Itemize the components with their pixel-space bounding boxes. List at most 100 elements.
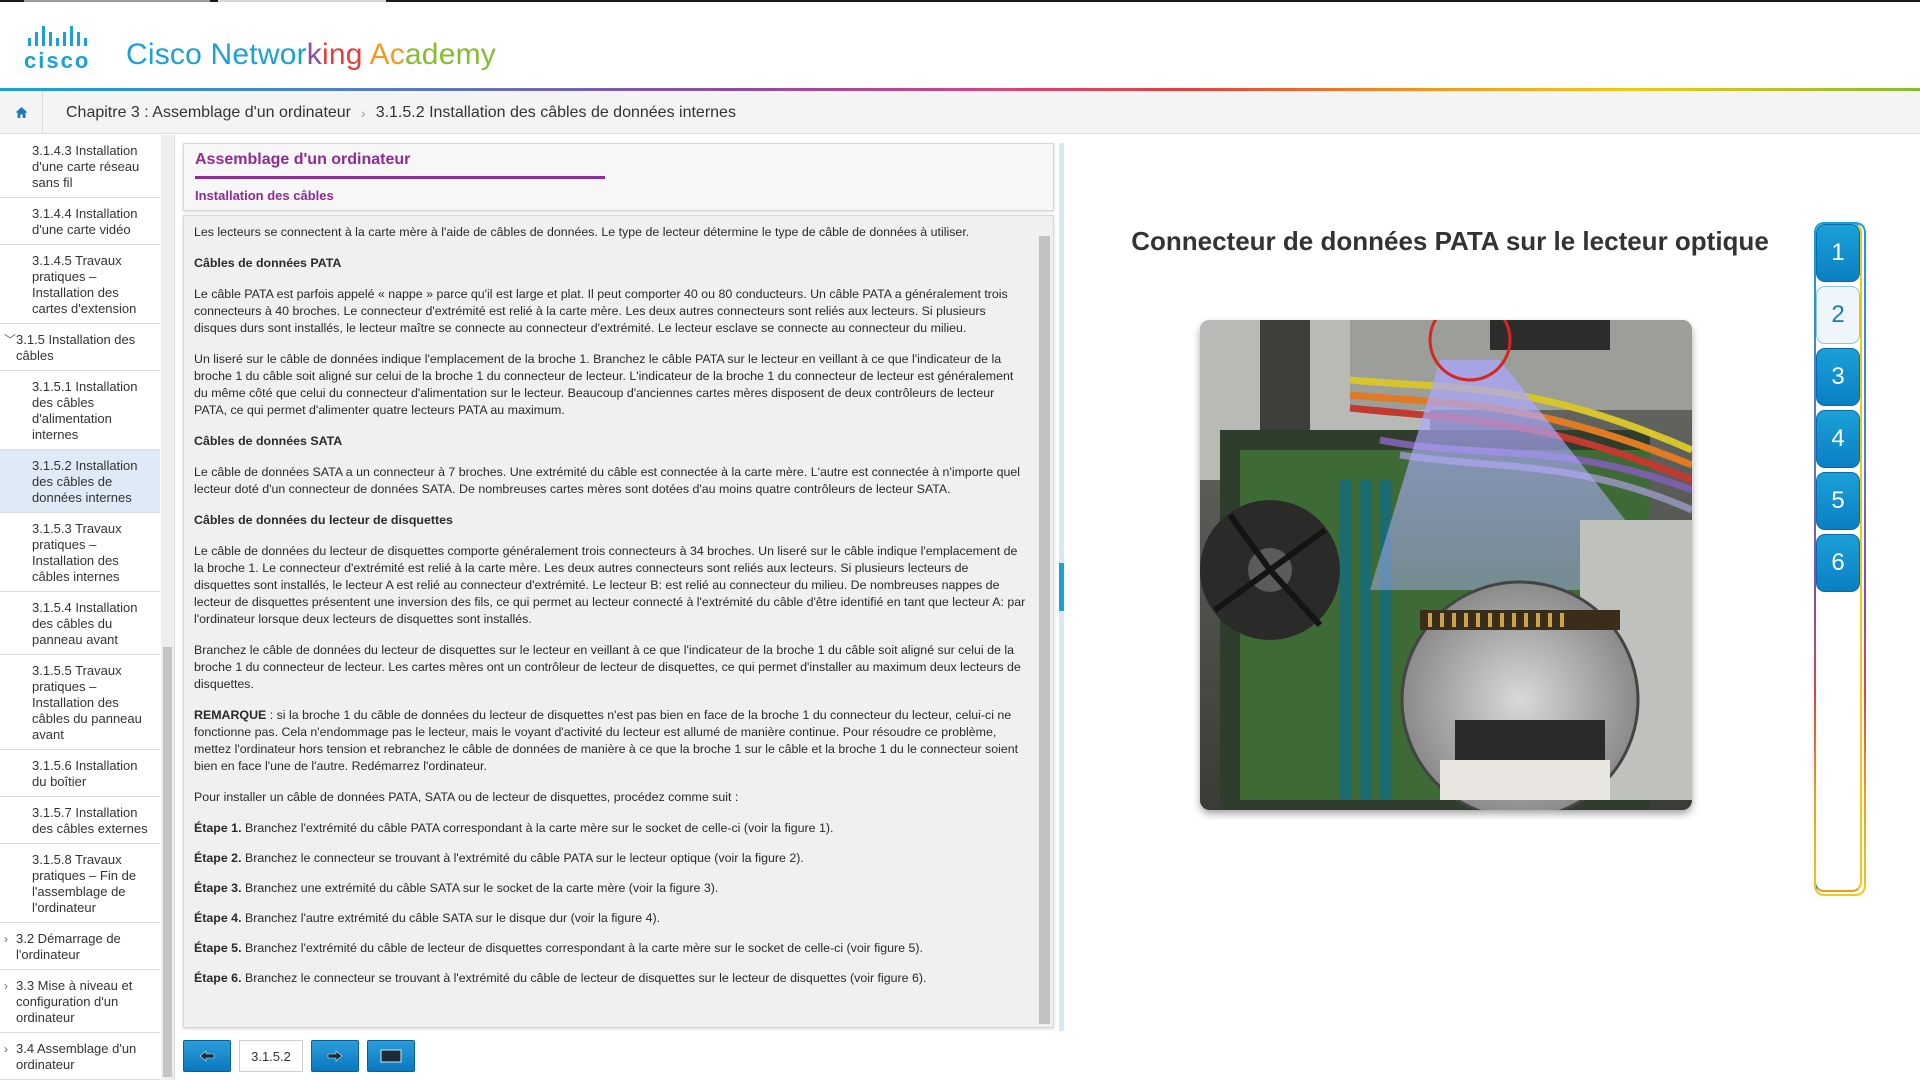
figure-tab-1[interactable]: 1 — [1816, 224, 1860, 282]
sidebar-scroll-thumb[interactable] — [163, 647, 172, 1077]
sidebar-item[interactable]: › 3.2 Démarrage de l'ordinateur — [0, 923, 160, 970]
section-subtitle: Installation des câbles — [195, 188, 334, 203]
step-item: Étape 3. Branchez une extrémité du câble… — [194, 880, 1026, 897]
breadcrumb: Chapitre 3 : Assemblage d'un ordinateur … — [0, 91, 1920, 134]
chevron-right-icon[interactable]: › — [4, 978, 8, 994]
step-label: Étape 6. — [194, 971, 242, 985]
step-label: Étape 4. — [194, 911, 242, 925]
steps-list: Étape 1. Branchez l'extrémité du câble P… — [194, 820, 1026, 987]
chevron-right-icon[interactable]: › — [4, 931, 8, 947]
panel-icon — [380, 1049, 402, 1063]
breadcrumb-page: 3.1.5.2 Installation des câbles de donné… — [375, 103, 736, 121]
figure-tab-6[interactable]: 6 — [1816, 534, 1860, 592]
sidebar-item-label: 3.1.5.4 Installation des câbles du panne… — [32, 600, 138, 647]
sidebar-item-label: 3.1.4.3 Installation d'une carte réseau … — [32, 143, 140, 190]
figure-tab-2[interactable]: 2 — [1816, 286, 1860, 344]
sidebar-item-label: 3.1.5.7 Installation des câbles externes — [32, 805, 148, 836]
step-text: Branchez le connecteur se trouvant à l'e… — [241, 971, 927, 985]
content-scroll-thumb[interactable] — [1039, 236, 1050, 1024]
sidebar-item-label: 3.3 Mise à niveau et configuration d'un … — [16, 978, 133, 1025]
sidebar-item[interactable]: 3.1.4.4 Installation d'une carte vidéo — [0, 198, 160, 245]
step-text: Branchez l'extrémité du câble PATA corre… — [241, 821, 834, 835]
sidebar-item-label: 3.1.5.5 Travaux pratiques – Installation… — [32, 663, 142, 742]
step-item: Étape 1. Branchez l'extrémité du câble P… — [194, 820, 1026, 837]
sidebar-item-label: 3.1.5.3 Travaux pratiques – Installation… — [32, 521, 122, 584]
menu-button[interactable] — [367, 1040, 415, 1072]
cisco-wordmark: cisco — [24, 48, 91, 73]
cisco-logo[interactable]: cisco — [24, 24, 106, 73]
content-header: Assemblage d'un ordinateur Installation … — [183, 143, 1054, 211]
sidebar-item-label: 3.1.5.1 Installation des câbles d'alimen… — [32, 379, 138, 442]
sidebar-item[interactable]: 3.1.5.6 Installation du boîtier — [0, 750, 160, 797]
sidebar-item[interactable]: 3.1.5.7 Installation des câbles externes — [0, 797, 160, 844]
sidebar-item[interactable]: › 3.3 Mise à niveau et configuration d'un… — [0, 970, 160, 1033]
step-label: Étape 3. — [194, 881, 242, 895]
sidebar-item-label: 3.1.5.8 Travaux pratiques – Fin de l'ass… — [32, 852, 137, 915]
sidebar-item[interactable]: 3.1.5.3 Travaux pratiques – Installation… — [0, 513, 160, 592]
sidebar-item[interactable]: 3.1.5.1 Installation des câbles d'alimen… — [0, 371, 160, 450]
arrow-right-icon — [327, 1050, 343, 1062]
sidebar-item[interactable]: 3.1.5.4 Installation des câbles du panne… — [0, 592, 160, 655]
content-body: Les lecteurs se connectent à la carte mè… — [183, 215, 1054, 1028]
step-item: Étape 2. Branchez le connecteur se trouv… — [194, 850, 1026, 867]
sidebar-item[interactable]: › 3.4 Assemblage d'un ordinateur — [0, 1033, 160, 1080]
sidebar-item[interactable]: 3.1.5.8 Travaux pratiques – Fin de l'ass… — [0, 844, 160, 923]
content-scrollbar[interactable] — [1039, 236, 1050, 1024]
cisco-bars-icon — [24, 24, 106, 46]
sidebar-item-label: 3.1.4.4 Installation d'une carte vidéo — [32, 206, 138, 237]
sata-paragraph: Le câble de données SATA a un connecteur… — [194, 465, 1021, 496]
page-number: 3.1.5.2 — [239, 1040, 303, 1072]
sidebar-item[interactable]: 3.1.4.5 Travaux pratiques – Installation… — [0, 245, 160, 324]
computer-internals-illustration — [1200, 320, 1692, 810]
page-navigation: 3.1.5.2 — [183, 1040, 415, 1072]
step-item: Étape 4. Branchez l'autre extrémité du c… — [194, 910, 1026, 927]
sidebar-item[interactable]: ﹀ 3.1.5 Installation des câbles — [0, 324, 160, 371]
intro-paragraph: Les lecteurs se connectent à la carte mè… — [194, 225, 970, 239]
note-paragraph: REMARQUE : si la broche 1 du câble de do… — [194, 707, 1026, 775]
title-rule — [195, 176, 605, 179]
figure-tab-3[interactable]: 3 — [1816, 348, 1860, 406]
step-item: Étape 6. Branchez le connecteur se trouv… — [194, 970, 1026, 987]
arrow-left-icon — [199, 1050, 215, 1062]
pata-paragraph-1: Le câble PATA est parfois appelé « nappe… — [194, 287, 1008, 335]
course-outline-sidebar: 3.1.4.3 Installation d'une carte réseau … — [0, 135, 175, 1080]
academy-title: Cisco Networking Academy — [126, 38, 496, 71]
sidebar-scrollbar[interactable] — [161, 135, 174, 1080]
figure-tab-5[interactable]: 5 — [1816, 472, 1860, 530]
pane-splitter[interactable] — [1059, 143, 1064, 1031]
sidebar-item-label: 3.1.5.2 Installation des câbles de donné… — [32, 458, 138, 505]
previous-button[interactable] — [183, 1040, 231, 1072]
chevron-down-icon[interactable]: ﹀ — [4, 332, 16, 348]
step-text: Branchez l'extrémité du câble de lecteur… — [241, 941, 923, 955]
steps-intro: Pour installer un câble de données PATA,… — [194, 790, 739, 804]
step-item: Étape 5. Branchez l'extrémité du câble d… — [194, 940, 1026, 957]
floppy-paragraph-1: Le câble de données du lecteur de disque… — [194, 544, 1026, 626]
figure-image-pata-connector — [1200, 320, 1692, 810]
chevron-right-icon[interactable]: › — [4, 1041, 8, 1057]
pata-paragraph-2: Un liseré sur le câble de données indiqu… — [194, 352, 1014, 417]
sidebar-item-label: 3.1.5 Installation des câbles — [16, 332, 136, 363]
step-text: Branchez une extrémité du câble SATA sur… — [241, 881, 719, 895]
figure-tab-4[interactable]: 4 — [1816, 410, 1860, 468]
site-header: cisco Cisco Networking Academy — [0, 2, 1920, 88]
note-text: : si la broche 1 du câble de données du … — [194, 708, 1019, 773]
splitter-grip[interactable] — [1059, 563, 1064, 611]
next-button[interactable] — [311, 1040, 359, 1072]
step-text: Branchez le connecteur se trouvant à l'e… — [241, 851, 804, 865]
floppy-paragraph-2: Branchez le câble de données du lecteur … — [194, 643, 1021, 691]
home-button[interactable] — [0, 91, 43, 134]
sata-heading: Câbles de données SATA — [194, 434, 343, 448]
breadcrumb-chapter[interactable]: Chapitre 3 : Assemblage d'un ordinateur — [66, 104, 351, 122]
module-title: Assemblage d'un ordinateur — [195, 151, 411, 168]
sidebar-item-label: 3.4 Assemblage d'un ordinateur — [16, 1041, 137, 1072]
outline-list: 3.1.4.3 Installation d'une carte réseau … — [0, 135, 160, 1080]
sidebar-item-label: 3.1.4.5 Travaux pratiques – Installation… — [32, 253, 137, 316]
sidebar-item[interactable]: 3.1.5.2 Installation des câbles de donné… — [0, 450, 160, 513]
sidebar-item-label: 3.2 Démarrage de l'ordinateur — [16, 931, 121, 962]
step-text: Branchez l'autre extrémité du câble SATA… — [241, 911, 661, 925]
figure-title: Connecteur de données PATA sur le lecteu… — [1131, 226, 1769, 256]
sidebar-item[interactable]: 3.1.4.3 Installation d'une carte réseau … — [0, 135, 160, 198]
sidebar-item[interactable]: 3.1.5.5 Travaux pratiques – Installation… — [0, 655, 160, 750]
content-text: Les lecteurs se connectent à la carte mè… — [194, 224, 1026, 1000]
step-label: Étape 5. — [194, 941, 242, 955]
